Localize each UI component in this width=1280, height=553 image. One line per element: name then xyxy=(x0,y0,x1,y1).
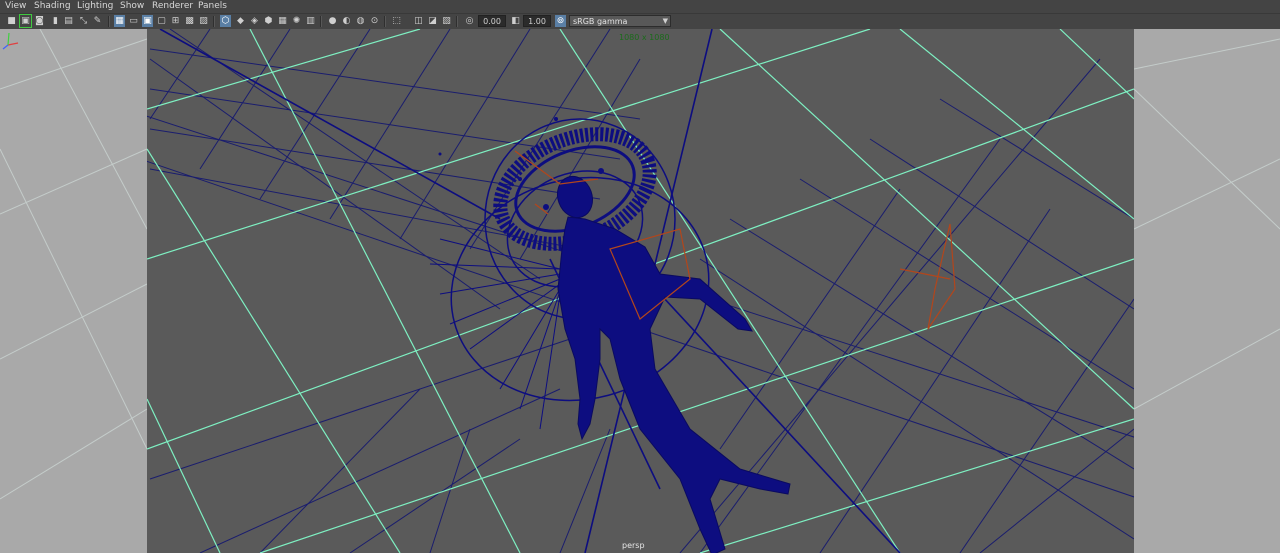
resolution-label: 1080 x 1080 xyxy=(619,33,670,42)
color-space-dropdown[interactable]: sRGB gamma ▼ xyxy=(569,15,671,27)
screen-space-ao-icon[interactable]: ● xyxy=(327,15,338,27)
xray-joints-icon[interactable]: ◪ xyxy=(427,15,438,27)
toolbar-separator xyxy=(384,16,386,27)
view-axis-icon xyxy=(2,32,19,50)
shadows-icon[interactable]: ▥ xyxy=(305,15,316,27)
field-chart-icon[interactable]: ⊞ xyxy=(170,15,181,27)
resolution-gate-icon[interactable]: ▣ xyxy=(142,15,153,27)
film-gate-icon[interactable]: ▭ xyxy=(128,15,139,27)
grease-pencil-icon[interactable]: ✎ xyxy=(92,15,103,27)
exposure-field[interactable]: 0.00 xyxy=(478,15,506,27)
depth-of-field-icon[interactable]: ⊙ xyxy=(369,15,380,27)
wireframe-on-shaded-icon[interactable]: ⬢ xyxy=(263,15,274,27)
menu-view[interactable]: View xyxy=(5,0,26,13)
menu-lighting[interactable]: Lighting xyxy=(77,0,113,13)
perspective-viewport[interactable]: 1080 x 1080 persp xyxy=(0,29,1280,553)
default-material-icon[interactable]: ◈ xyxy=(249,15,260,27)
gate-mask-icon[interactable]: ▢ xyxy=(156,15,167,27)
exposure-icon[interactable]: ◎ xyxy=(464,15,475,27)
toolbar-separator xyxy=(456,16,458,27)
safe-action-icon[interactable]: ▩ xyxy=(184,15,195,27)
panel-menu-bar: View Shading Lighting Show Renderer Pane… xyxy=(0,0,1280,14)
chevron-down-icon: ▼ xyxy=(662,17,668,25)
menu-renderer[interactable]: Renderer xyxy=(152,0,193,13)
gamma-field[interactable]: 1.00 xyxy=(523,15,551,27)
image-plane-icon[interactable]: ▤ xyxy=(63,15,74,27)
backface-culling-icon[interactable]: ▧ xyxy=(441,15,452,27)
viewport-canvas[interactable] xyxy=(0,29,1280,553)
textured-icon[interactable]: ▦ xyxy=(277,15,288,27)
gamma-icon[interactable]: ◧ xyxy=(510,15,521,27)
menu-panels[interactable]: Panels xyxy=(198,0,227,13)
xray-icon[interactable]: ◫ xyxy=(413,15,424,27)
motion-blur-icon[interactable]: ◐ xyxy=(341,15,352,27)
toolbar-separator xyxy=(213,16,215,27)
menu-shading[interactable]: Shading xyxy=(34,0,71,13)
menu-show[interactable]: Show xyxy=(120,0,144,13)
toolbar-separator xyxy=(108,16,110,27)
panel-toolbar: ■ ▣ ◙ ▮ ▤ ⤡ ✎ ▦ ▭ ▣ ▢ ⊞ ▩ ▨ ⬡ ◆ ◈ ⬢ ▦ ✺ … xyxy=(0,14,1280,30)
safe-title-icon[interactable]: ▨ xyxy=(198,15,209,27)
bookmark-icon[interactable]: ▮ xyxy=(50,15,61,27)
select-camera-icon[interactable]: ■ xyxy=(6,15,17,27)
isolate-select-icon[interactable]: ⬚ xyxy=(391,15,402,27)
color-management-icon[interactable]: ⊚ xyxy=(555,15,566,27)
camera-lock-icon[interactable]: ◙ xyxy=(34,15,45,27)
grid-icon[interactable]: ▦ xyxy=(114,15,125,27)
camera-name-label: persp xyxy=(622,541,645,550)
camera-attributes-icon[interactable]: ▣ xyxy=(19,14,32,28)
toolbar-separator xyxy=(320,16,322,27)
use-all-lights-icon[interactable]: ✺ xyxy=(291,15,302,27)
multisample-aa-icon[interactable]: ◍ xyxy=(355,15,366,27)
smooth-shade-icon[interactable]: ◆ xyxy=(235,15,246,27)
maya-viewport-panel: View Shading Lighting Show Renderer Pane… xyxy=(0,0,1280,553)
wireframe-icon[interactable]: ⬡ xyxy=(220,15,231,27)
color-space-value: sRGB gamma xyxy=(573,17,628,26)
2d-pan-zoom-icon[interactable]: ⤡ xyxy=(78,15,89,27)
